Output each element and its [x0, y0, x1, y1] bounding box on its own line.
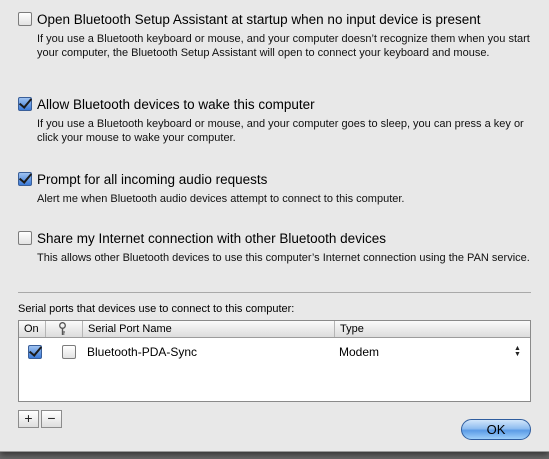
column-type[interactable]: Type — [335, 321, 530, 337]
option-wake-computer: Allow Bluetooth devices to wake this com… — [18, 95, 538, 145]
table-row[interactable]: Bluetooth-PDA-Sync Modem ▲ ▼ — [19, 343, 530, 362]
audio-requests-label: Prompt for all incoming audio requests — [37, 171, 268, 187]
column-serial-port-name[interactable]: Serial Port Name — [83, 321, 335, 337]
remove-serial-port-button[interactable]: − — [41, 410, 62, 428]
popup-arrows-icon: ▲ ▼ — [514, 345, 521, 358]
setup-assistant-label: Open Bluetooth Setup Assistant at startu… — [37, 11, 481, 27]
key-icon — [59, 322, 66, 335]
serial-type-select[interactable]: Modem ▲ ▼ — [339, 343, 527, 362]
audio-requests-checkbox[interactable] — [18, 172, 32, 186]
wake-computer-description: If you use a Bluetooth keyboard or mouse… — [37, 118, 524, 144]
row-on-cell — [28, 345, 42, 364]
wake-computer-label: Allow Bluetooth devices to wake this com… — [37, 96, 315, 112]
wake-computer-checkbox[interactable] — [18, 97, 32, 111]
serial-type-value: Modem — [339, 345, 380, 359]
serial-port-name: Bluetooth-PDA-Sync — [87, 345, 198, 359]
setup-assistant-checkbox[interactable] — [18, 12, 32, 26]
setup-assistant-description: If you use a Bluetooth keyboard or mouse… — [37, 33, 530, 59]
option-audio-requests: Prompt for all incoming audio requests A… — [18, 170, 538, 206]
option-setup-assistant: Open Bluetooth Setup Assistant at startu… — [18, 10, 538, 60]
share-internet-checkbox[interactable] — [18, 231, 32, 245]
serial-key-checkbox[interactable] — [62, 345, 76, 359]
column-on[interactable]: On — [19, 321, 46, 337]
column-key[interactable] — [46, 321, 83, 337]
share-internet-label: Share my Internet connection with other … — [37, 230, 386, 246]
audio-requests-description: Alert me when Bluetooth audio devices at… — [37, 193, 405, 205]
serial-on-checkbox[interactable] — [28, 345, 42, 359]
option-share-internet: Share my Internet connection with other … — [18, 229, 538, 265]
table-header: On Serial Port Name Type — [19, 321, 530, 338]
share-internet-description: This allows other Bluetooth devices to u… — [37, 252, 530, 264]
advanced-settings-sheet: Open Bluetooth Setup Assistant at startu… — [0, 0, 549, 452]
ok-button[interactable]: OK — [461, 419, 531, 440]
add-serial-port-button[interactable]: + — [18, 410, 39, 428]
row-key-cell — [62, 345, 76, 364]
section-divider — [18, 292, 531, 293]
serial-ports-label: Serial ports that devices use to connect… — [18, 303, 295, 315]
serial-ports-table[interactable]: On Serial Port Name Type Bluetooth-PDA-S… — [18, 320, 531, 402]
